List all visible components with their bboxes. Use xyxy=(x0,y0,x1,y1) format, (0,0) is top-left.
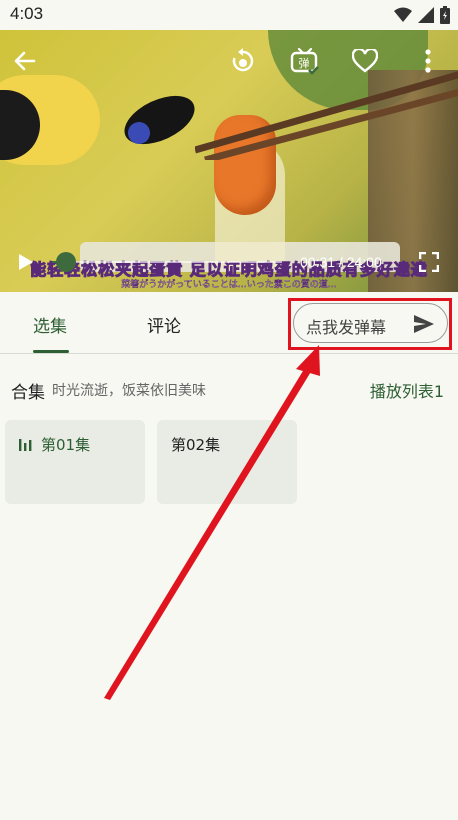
status-bar: 4:03 xyxy=(0,0,458,30)
battery-icon xyxy=(440,6,450,24)
episode-label: 第02集 xyxy=(171,436,221,454)
danmaku-tv-icon: 弹 xyxy=(290,47,319,75)
equalizer-icon xyxy=(19,439,32,451)
favorite-button[interactable] xyxy=(350,46,380,76)
fullscreen-icon xyxy=(419,252,439,272)
video-scene-eye xyxy=(117,86,202,154)
collection-title: 合集 xyxy=(11,383,45,403)
more-options-button[interactable] xyxy=(416,46,440,76)
video-controls: 00:31 / 24:00 xyxy=(0,240,458,284)
collection-description: 时光流逝，饭菜依旧美味 xyxy=(52,383,206,399)
back-button[interactable] xyxy=(10,46,40,76)
episode-label: 第01集 xyxy=(41,436,91,454)
playback-time: 00:31 / 24:00 xyxy=(300,254,382,270)
signal-icon xyxy=(418,7,434,23)
danmaku-toggle-button[interactable]: 弹 xyxy=(289,45,321,77)
episode-item-01[interactable]: 第01集 xyxy=(5,420,145,504)
more-vertical-icon xyxy=(425,49,431,73)
arrow-left-icon xyxy=(14,51,36,71)
replay-button[interactable] xyxy=(228,46,258,76)
status-time: 4:03 xyxy=(10,4,44,23)
heart-icon xyxy=(352,49,378,73)
tab-episodes[interactable]: 选集 xyxy=(33,312,67,337)
progress-thumb[interactable] xyxy=(55,252,76,272)
play-icon xyxy=(19,254,33,270)
progress-bar[interactable] xyxy=(52,261,282,263)
wifi-icon xyxy=(394,7,412,22)
episode-item-02[interactable]: 第02集 xyxy=(157,420,297,504)
play-button[interactable] xyxy=(14,250,38,274)
svg-text:弹: 弹 xyxy=(299,56,310,70)
tab-active-indicator xyxy=(33,350,69,353)
status-icons xyxy=(394,6,450,24)
fullscreen-button[interactable] xyxy=(416,249,442,275)
video-scene-chopsticks xyxy=(195,71,458,160)
playlist-selector[interactable]: 播放列表1 xyxy=(370,378,444,402)
tab-comments[interactable]: 评论 xyxy=(147,312,181,337)
annotation-highlight-box xyxy=(288,298,452,350)
replay-icon xyxy=(232,48,254,72)
